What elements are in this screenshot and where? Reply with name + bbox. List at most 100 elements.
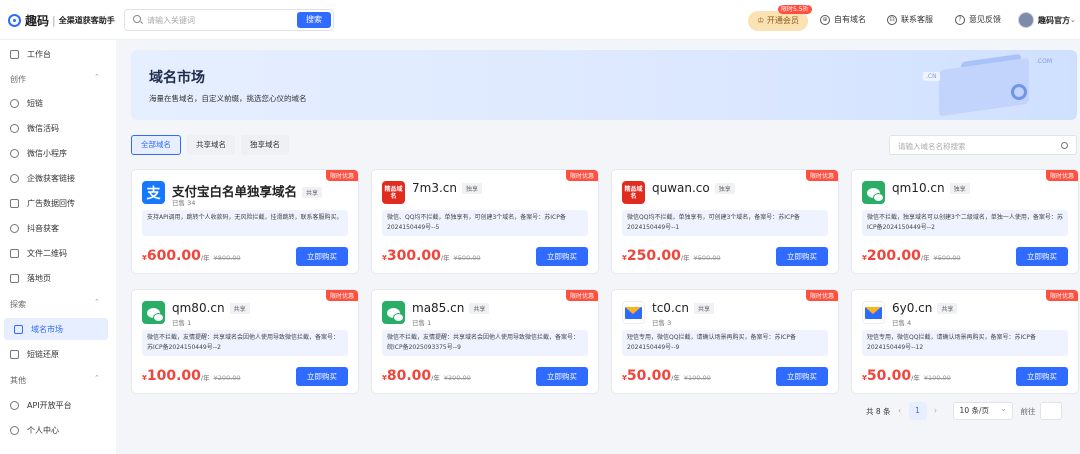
sidebar-item-file-qrcode[interactable]: 文件二维码 — [0, 242, 116, 264]
price-value: 80.00 — [386, 368, 432, 384]
sidebar-group-create[interactable]: 创作 — [10, 74, 26, 85]
domain-search-input[interactable]: 请输入域名名称搜索 — [889, 135, 1077, 155]
domain-description: 短信专用，微信QQ拦截，请确认场景再购买，备案号：苏ICP备2024150449… — [622, 330, 828, 356]
chevron-up-icon[interactable]: ⌃ — [94, 298, 100, 306]
sidebar-item-label: 广告数据回传 — [27, 198, 75, 208]
buy-button[interactable]: 立即购买 — [536, 367, 588, 386]
next-page-button[interactable]: › — [927, 402, 945, 420]
sidebar-group-explore[interactable]: 探索 — [10, 299, 26, 310]
user-name[interactable]: 趣码官方 — [1038, 15, 1070, 26]
price: ¥100.00/年 ¥200.00 — [142, 368, 241, 384]
headset-icon: ☊ — [887, 14, 897, 25]
sidebar-item-wecom-link[interactable]: 企微获客链接 — [0, 167, 116, 189]
prev-page-button[interactable]: ‹ — [891, 402, 909, 420]
chevron-down-icon[interactable]: ⌄ — [1070, 16, 1076, 24]
avatar[interactable] — [1018, 12, 1034, 28]
page-size-select[interactable]: 10 条/页 — [952, 401, 1013, 420]
original-price: ¥500.00 — [693, 254, 721, 262]
restore-icon — [10, 349, 19, 359]
goto-page-input[interactable] — [1039, 402, 1062, 420]
nav-support[interactable]: ☊ 联系客服 — [887, 14, 933, 25]
vip-label: 开通会员 — [766, 16, 799, 25]
chat-icon — [10, 173, 19, 183]
buy-button[interactable]: 立即购买 — [296, 367, 348, 386]
price-unit: /年 — [431, 374, 440, 382]
vip-button[interactable]: ♔ 开通会员 — [748, 11, 808, 31]
logo[interactable]: 趣码 | 全渠道获客助手 — [8, 11, 115, 29]
domain-card[interactable]: 限时优惠 tc0.cn 共享 已售 3 短信专用，微信QQ拦截，请确认场景再购买，备案号… — [611, 289, 839, 394]
tab-all[interactable]: 全部域名 — [131, 135, 181, 155]
sidebar-item-label: 个人中心 — [27, 425, 59, 435]
user-icon — [10, 425, 19, 435]
sidebar-item-shortlink[interactable]: 短链 — [0, 92, 116, 114]
chevron-up-icon[interactable]: ⌃ — [94, 374, 100, 382]
buy-button[interactable]: 立即购买 — [536, 247, 588, 266]
page-number[interactable]: 1 — [908, 402, 927, 420]
domain-card[interactable]: 限时优惠 精品域名 7m3.cn 独享 微信、QQ均不拦截，单独享有，可创建3个域名，备… — [371, 169, 599, 274]
sidebar-item-miniprogram[interactable]: 微信小程序 — [0, 142, 116, 164]
promo-badge: 限时优惠 — [565, 290, 598, 301]
domain-name: qm10.cn 独享 — [892, 181, 970, 195]
sidebar-item-ad-callback[interactable]: 广告数据回传 — [0, 192, 116, 214]
original-price: ¥100.00 — [683, 374, 711, 382]
nav-own-domains[interactable]: ⊕ 自有域名 — [820, 14, 866, 25]
promo-badge: 限时优惠 — [805, 170, 838, 181]
domain-description: 微信不拦截，友情提醒：共享域名会因他人使用导致微信拦截，备案号：苏ICP备202… — [142, 330, 348, 356]
alipay-icon: 支 — [142, 181, 165, 204]
sidebar-item-dashboard[interactable]: 工作台 — [0, 43, 116, 65]
domain-name-text: qm10.cn — [892, 181, 945, 195]
price-unit: /年 — [440, 254, 450, 262]
domain-card[interactable]: 限时优惠 qm10.cn 独享 微信不拦截，独享域名可以创建3个二级域名，单独一人使用… — [851, 169, 1079, 274]
domain-description: 短信专用，微信QQ拦截，请确认场景再购买，备案号：苏ICP备2024150449… — [862, 330, 1068, 356]
original-price: ¥200.00 — [213, 374, 241, 382]
domain-card[interactable]: 限时优惠支支付宝白名单独享域名 共享 已售 34 支持API调用，跳转个人收款码，无风… — [131, 169, 359, 274]
domain-card[interactable]: 限时优惠 6y0.cn 共享 已售 4 短信专用，微信QQ拦截，请确认场景再购买，备案号… — [851, 289, 1079, 394]
original-price: ¥100.00 — [923, 374, 951, 382]
tab-exclusive[interactable]: 独享域名 — [241, 135, 289, 155]
ad-icon — [10, 198, 19, 208]
sidebar-item-shortlink-restore[interactable]: 短链还原 — [0, 343, 116, 365]
sidebar-item-domain-market[interactable]: 域名市场 — [4, 318, 108, 340]
sidebar-item-label: 企微获客链接 — [27, 173, 75, 183]
sidebar-item-landing-page[interactable]: 落地页 — [0, 267, 116, 289]
search-icon[interactable] — [1061, 142, 1068, 149]
search-input[interactable]: 请输入关键词 — [147, 15, 195, 26]
buy-button[interactable]: 立即购买 — [1016, 247, 1068, 266]
tab-shared[interactable]: 共享域名 — [187, 135, 235, 155]
domain-card[interactable]: 限时优惠 qm80.cn 共享 已售 1 微信不拦截，友情提醒：共享域名会因他人使用导致… — [131, 289, 359, 394]
price-value: 200.00 — [866, 248, 921, 264]
domain-card[interactable]: 限时优惠 精品域名 quwan.co 独享 微信QQ均不拦截，单独享有，可创建3个域名，… — [611, 169, 839, 274]
buy-button[interactable]: 立即购买 — [776, 247, 828, 266]
domain-name-text: ma85.cn — [412, 301, 465, 315]
sidebar-item-wechat-livecode[interactable]: 微信活码 — [0, 117, 116, 139]
buy-button[interactable]: 立即购买 — [1016, 367, 1068, 386]
global-search[interactable]: 请输入关键词 搜索 — [124, 9, 334, 31]
chevron-up-icon[interactable]: ⌃ — [94, 73, 100, 81]
sidebar-item-profile[interactable]: 个人中心 — [0, 419, 116, 441]
domain-type-tag: 独享 — [714, 183, 735, 194]
nav-feedback-label: 意见反馈 — [969, 15, 1001, 24]
domain-tabs: 全部域名 共享域名 独享域名 — [131, 135, 295, 155]
wechat-icon — [142, 301, 165, 324]
buy-button[interactable]: 立即购买 — [776, 367, 828, 386]
sidebar-group-other[interactable]: 其他 — [10, 375, 26, 386]
domain-description: 微信不拦截，独享域名可以创建3个二级域名，单独一人使用，备案号：苏ICP备202… — [862, 210, 1068, 236]
buy-button[interactable]: 立即购买 — [296, 247, 348, 266]
search-button[interactable]: 搜索 — [297, 12, 331, 28]
promo-badge: 限时优惠 — [565, 170, 598, 181]
price: ¥300.00/年 ¥500.00 — [382, 248, 481, 264]
domain-card[interactable]: 限时优惠 ma85.cn 共享 已售 1 微信不拦截，友情提醒：共享域名会因他人使用导致… — [371, 289, 599, 394]
sidebar-item-api[interactable]: API开放平台 — [0, 394, 116, 416]
api-icon — [10, 400, 19, 410]
premium-domain-icon: 精品域名 — [622, 181, 645, 204]
promo-badge: 限时优惠 — [325, 170, 358, 181]
price: ¥600.00/年 ¥800.00 — [142, 248, 241, 264]
pagination-total: 共 8 条 — [866, 406, 891, 416]
nav-feedback[interactable]: ? 意见反馈 — [955, 14, 1001, 25]
sidebar-item-douyin[interactable]: 抖音获客 — [0, 217, 116, 239]
banner: 域名市场 海量在售域名，自定义前缀，挑选您心仪的域名 .COM .CN — [131, 50, 1077, 120]
logo-separator: | — [52, 13, 56, 27]
magnifier-icon — [1011, 84, 1027, 100]
price-value: 250.00 — [626, 248, 681, 264]
premium-domain-icon: 精品域名 — [382, 181, 405, 204]
